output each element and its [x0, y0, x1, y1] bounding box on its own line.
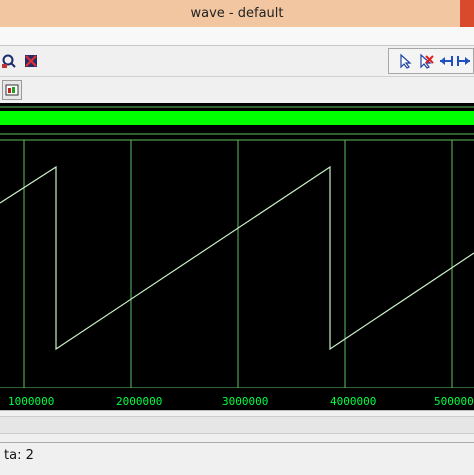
- cursor-delete-icon[interactable]: [417, 52, 435, 70]
- window-title: wave - default: [190, 6, 284, 21]
- horizontal-scrollbar[interactable]: [0, 416, 474, 434]
- title-bar: wave - default: [0, 0, 474, 27]
- bus-signal-bar[interactable]: [0, 111, 474, 125]
- next-edge-icon[interactable]: [455, 52, 473, 70]
- close-button-edge[interactable]: [460, 0, 474, 27]
- tick-label: 2000000: [116, 395, 163, 408]
- prev-edge-icon[interactable]: [437, 52, 455, 70]
- tick-label: 3000000: [222, 395, 269, 408]
- tick-label: 5000000: [434, 395, 474, 408]
- cursor-toolbar-group: [388, 48, 474, 74]
- status-text: ta: 2: [4, 448, 34, 463]
- waveform-icon[interactable]: [2, 80, 22, 100]
- delete-icon[interactable]: [22, 52, 40, 70]
- cursor-add-icon[interactable]: [397, 52, 415, 70]
- waveform-canvas[interactable]: [0, 103, 474, 393]
- secondary-toolbar: [0, 77, 474, 103]
- tick-label: 1000000: [8, 395, 55, 408]
- status-bar: [0, 442, 474, 475]
- menu-bar: [0, 27, 474, 46]
- search-icon[interactable]: [0, 52, 18, 70]
- tick-label: 4000000: [330, 395, 377, 408]
- toolbar: [0, 46, 474, 77]
